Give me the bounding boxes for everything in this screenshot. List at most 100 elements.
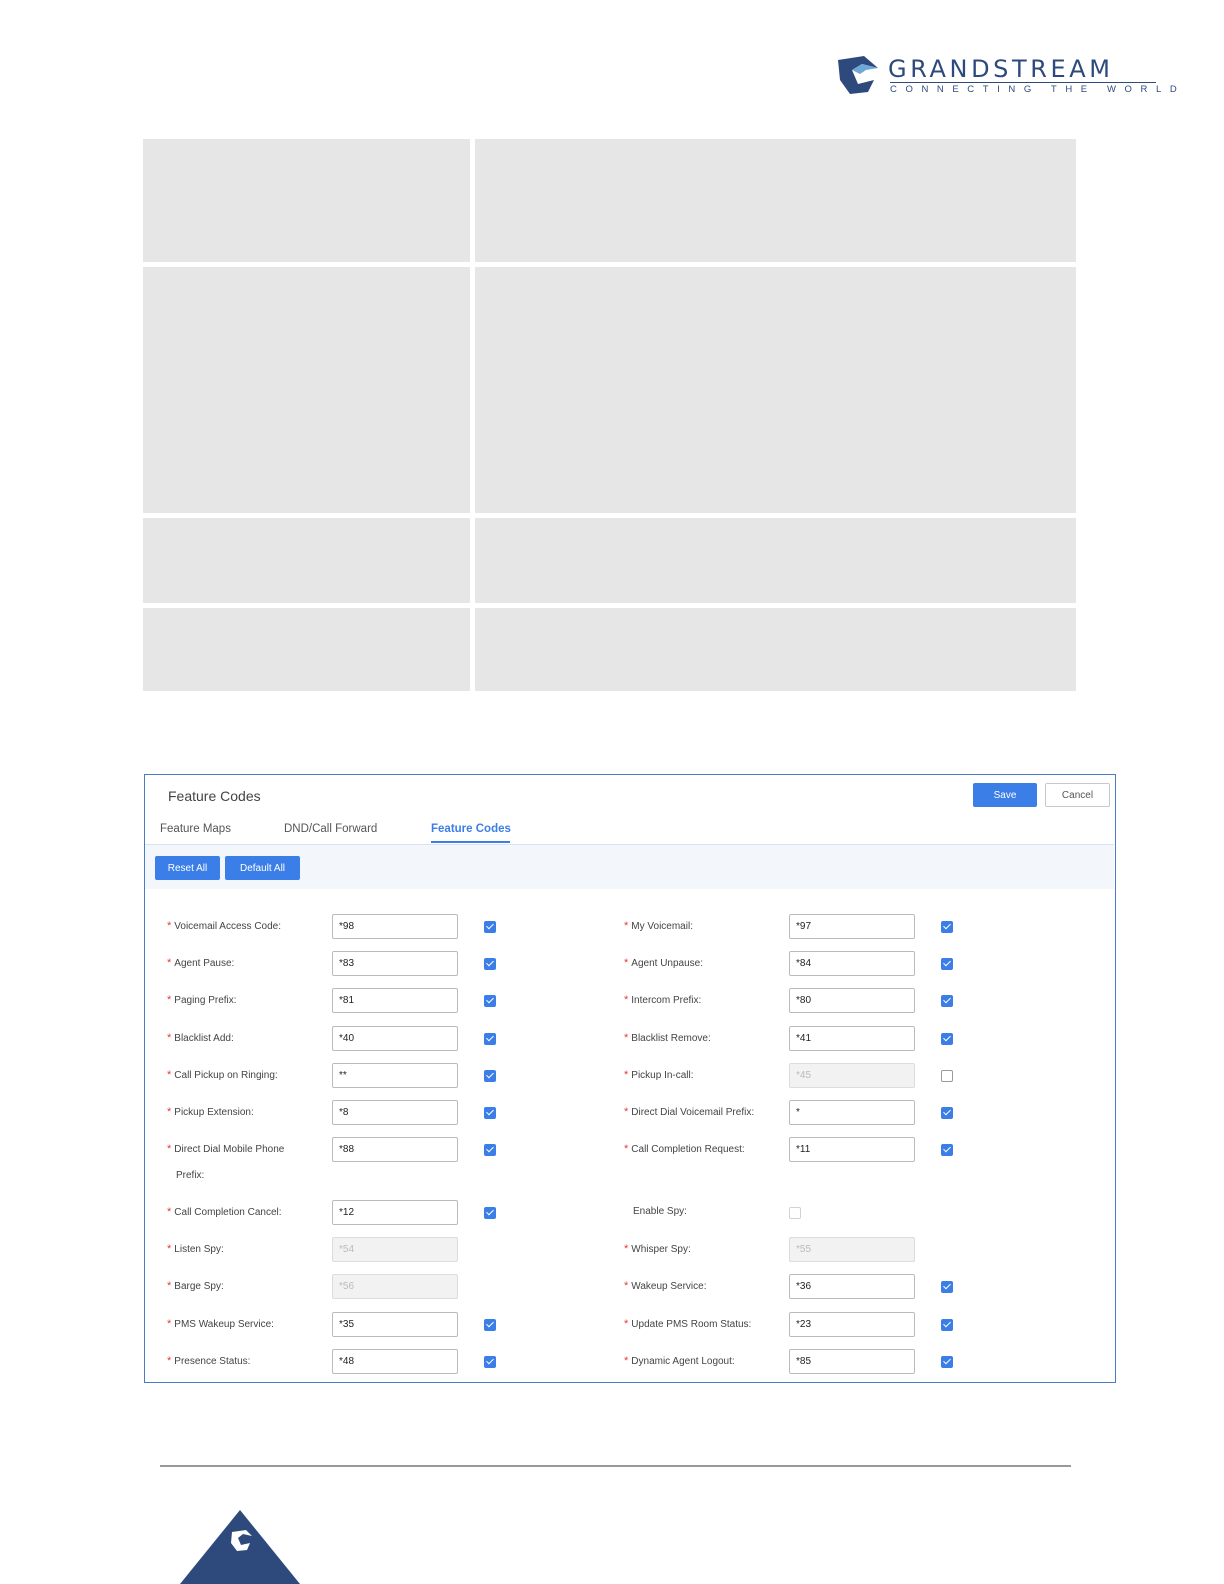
required-marker: * xyxy=(167,1032,172,1044)
enable-checkbox[interactable] xyxy=(484,921,496,933)
feature-code-input: *54 xyxy=(332,1237,458,1262)
table-cell xyxy=(143,267,470,513)
feature-code-input[interactable]: *48 xyxy=(332,1349,458,1374)
field-label-text: My Voicemail: xyxy=(631,921,693,932)
enable-checkbox[interactable] xyxy=(484,1356,496,1368)
field-label-text: Call Completion Cancel: xyxy=(174,1207,282,1218)
required-marker: * xyxy=(624,1243,629,1255)
feature-code-input[interactable]: *36 xyxy=(789,1274,915,1299)
required-marker: * xyxy=(167,1069,172,1081)
feature-code-input[interactable]: *81 xyxy=(332,988,458,1013)
required-marker: * xyxy=(167,1106,172,1118)
cancel-button[interactable]: Cancel xyxy=(1045,783,1110,807)
enable-checkbox[interactable] xyxy=(484,1033,496,1045)
feature-code-input[interactable]: *85 xyxy=(789,1349,915,1374)
feature-codes-panel: Feature Codes Save Cancel Feature Maps D… xyxy=(144,774,1116,1383)
field-label-text: Blacklist Remove: xyxy=(631,1033,711,1044)
enable-checkbox[interactable] xyxy=(941,1033,953,1045)
save-button[interactable]: Save xyxy=(973,783,1037,807)
feature-code-input[interactable]: *8 xyxy=(332,1100,458,1125)
required-marker: * xyxy=(624,1032,629,1044)
feature-codes-form: * Voicemail Access Code: *98 * Agent Pause: *… xyxy=(155,889,1105,1379)
field-label-text: Direct Dial Mobile Phone xyxy=(174,1144,285,1155)
grandstream-logo: GRANDSTREAM CONNECTING THE WORLD xyxy=(834,54,1177,98)
field-label-text: Call Completion Request: xyxy=(631,1144,745,1155)
feature-code-input[interactable]: *88 xyxy=(332,1137,458,1162)
enable-checkbox[interactable] xyxy=(484,995,496,1007)
required-marker: * xyxy=(624,957,629,969)
reset-all-button[interactable]: Reset All xyxy=(155,856,220,880)
field-label-text: Barge Spy: xyxy=(174,1281,224,1292)
required-marker: * xyxy=(167,1318,172,1330)
feature-code-input: *55 xyxy=(789,1237,915,1262)
enable-checkbox[interactable] xyxy=(484,1319,496,1331)
field-label-text: PMS Wakeup Service: xyxy=(174,1319,274,1330)
feature-code-input: *45 xyxy=(789,1063,915,1088)
field-label-text: Direct Dial Voicemail Prefix: xyxy=(631,1107,755,1118)
feature-code-input[interactable]: *80 xyxy=(789,988,915,1013)
field-label-text: Intercom Prefix: xyxy=(631,995,702,1006)
field-label-text: Listen Spy: xyxy=(174,1244,224,1255)
default-all-button[interactable]: Default All xyxy=(225,856,300,880)
enable-checkbox[interactable] xyxy=(484,1107,496,1119)
enable-checkbox[interactable] xyxy=(941,1144,953,1156)
tab-dnd-call-forward[interactable]: DND/Call Forward xyxy=(284,823,377,835)
enable-checkbox[interactable] xyxy=(941,1107,953,1119)
feature-code-input[interactable]: *97 xyxy=(789,914,915,939)
feature-code-input: *56 xyxy=(332,1274,458,1299)
field-label-text: Agent Pause: xyxy=(174,958,235,969)
feature-code-input[interactable]: *11 xyxy=(789,1137,915,1162)
enable-checkbox[interactable] xyxy=(941,1281,953,1293)
field-label: * Agent Pause: xyxy=(167,956,234,971)
enable-checkbox[interactable] xyxy=(941,958,953,970)
field-label: Enable Spy: xyxy=(624,1205,687,1219)
required-marker: * xyxy=(167,1243,172,1255)
feature-code-input[interactable]: *23 xyxy=(789,1312,915,1337)
table-cell xyxy=(475,608,1076,691)
enable-checkbox[interactable] xyxy=(941,995,953,1007)
feature-code-input[interactable]: ** xyxy=(332,1063,458,1088)
enable-spy-checkbox[interactable] xyxy=(789,1207,801,1219)
table-cell xyxy=(475,139,1076,262)
feature-code-input[interactable]: *12 xyxy=(332,1200,458,1225)
field-label-text: Pickup In-call: xyxy=(631,1070,694,1081)
field-label: * Voicemail Access Code: xyxy=(167,919,281,934)
field-label: * Listen Spy: xyxy=(167,1242,224,1257)
active-tab-indicator xyxy=(431,841,510,843)
field-label-text: Dynamic Agent Logout: xyxy=(631,1356,735,1367)
required-marker: * xyxy=(624,1318,629,1330)
enable-checkbox[interactable] xyxy=(484,1207,496,1219)
feature-code-input[interactable]: *35 xyxy=(332,1312,458,1337)
enable-checkbox[interactable] xyxy=(484,1070,496,1082)
required-marker: * xyxy=(167,1206,172,1218)
enable-checkbox[interactable] xyxy=(941,921,953,933)
field-label: * Blacklist Add: xyxy=(167,1031,234,1046)
enable-checkbox[interactable] xyxy=(941,1070,953,1082)
feature-code-input[interactable]: * xyxy=(789,1100,915,1125)
required-marker: * xyxy=(167,1280,172,1292)
field-label: * Paging Prefix: xyxy=(167,993,237,1008)
field-label: * Call Pickup on Ringing: xyxy=(167,1068,278,1083)
field-label-text: Presence Status: xyxy=(174,1356,251,1367)
footer-logo-icon xyxy=(180,1510,300,1584)
field-label: * PMS Wakeup Service: xyxy=(167,1317,274,1332)
feature-code-input[interactable]: *83 xyxy=(332,951,458,976)
field-label: * Pickup Extension: xyxy=(167,1105,254,1120)
brand-name: GRANDSTREAM xyxy=(888,55,1114,83)
field-label: * Whisper Spy: xyxy=(624,1242,691,1257)
feature-code-input[interactable]: *41 xyxy=(789,1026,915,1051)
enable-checkbox[interactable] xyxy=(941,1319,953,1331)
tab-feature-maps[interactable]: Feature Maps xyxy=(160,823,231,835)
field-label: * Dynamic Agent Logout: xyxy=(624,1354,735,1369)
feature-code-input[interactable]: *84 xyxy=(789,951,915,976)
field-label-text: Agent Unpause: xyxy=(631,958,703,969)
required-marker: * xyxy=(624,1106,629,1118)
tab-feature-codes[interactable]: Feature Codes xyxy=(431,823,511,835)
field-label: * Intercom Prefix: xyxy=(624,993,701,1008)
enable-checkbox[interactable] xyxy=(484,958,496,970)
enable-checkbox[interactable] xyxy=(941,1356,953,1368)
enable-checkbox[interactable] xyxy=(484,1144,496,1156)
feature-code-input[interactable]: *40 xyxy=(332,1026,458,1051)
feature-code-input[interactable]: *98 xyxy=(332,914,458,939)
field-label-text: Call Pickup on Ringing: xyxy=(174,1070,278,1081)
